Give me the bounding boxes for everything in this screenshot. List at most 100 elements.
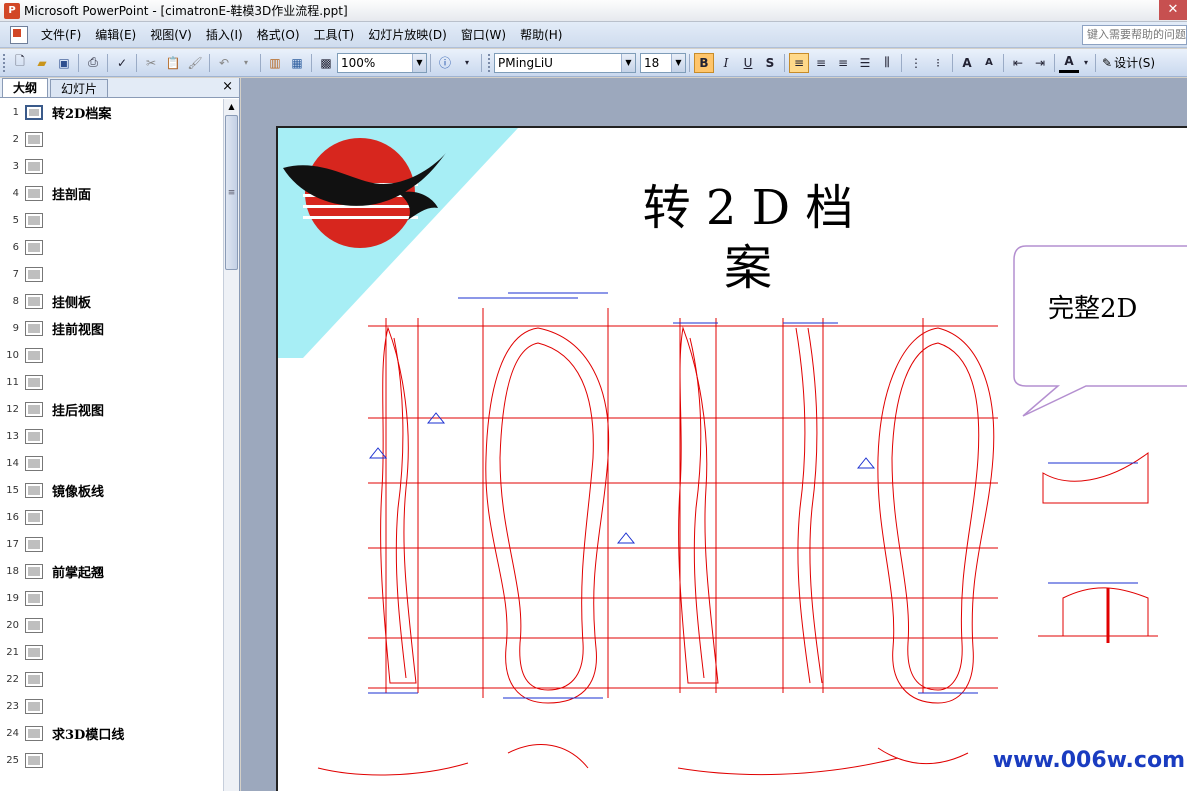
outline-slide-title[interactable]: 挂剖面 [52, 184, 91, 203]
outline-row[interactable]: 4 挂剖面 [0, 180, 223, 207]
scroll-thumb[interactable]: ≡ [225, 115, 238, 270]
increase-indent-icon[interactable]: ⇥ [1030, 53, 1050, 73]
design-button[interactable]: ✎ 设计(S) [1099, 53, 1158, 73]
slide-thumbnail-icon[interactable] [25, 483, 43, 498]
close-icon[interactable]: × [222, 79, 233, 94]
slide-thumbnail-icon[interactable] [25, 294, 43, 309]
chevron-down-icon[interactable]: ▼ [412, 53, 426, 72]
format-painter-icon[interactable]: 🖌 [185, 53, 205, 73]
align-left-icon[interactable]: ≡ [789, 52, 809, 73]
menu-file[interactable]: 文件(F) [34, 22, 88, 48]
outline-row[interactable]: 6 [0, 234, 223, 261]
toolbar-grip[interactable] [488, 53, 491, 72]
slide-thumbnail-icon[interactable] [25, 564, 43, 579]
outline-row[interactable]: 16 [0, 504, 223, 531]
underline-button[interactable]: U [738, 53, 758, 73]
save-icon[interactable]: ▣ [54, 53, 74, 73]
slide-thumbnail-icon[interactable] [25, 213, 43, 228]
undo-dropdown-icon[interactable]: ▾ [236, 53, 256, 73]
zoom-select[interactable]: 100% ▼ [337, 52, 427, 73]
chevron-down-icon[interactable]: ▼ [671, 53, 685, 72]
outline-slide-title[interactable]: 挂侧板 [52, 292, 91, 311]
scroll-up-icon[interactable]: ▲ [224, 99, 239, 115]
slide-thumbnail-icon[interactable] [25, 537, 43, 552]
outline-row[interactable]: 25 [0, 747, 223, 774]
slide-thumbnail-icon[interactable] [25, 591, 43, 606]
print-icon[interactable]: ⎙ [83, 53, 103, 73]
increase-font-icon[interactable]: A [957, 53, 977, 73]
document-icon[interactable] [10, 25, 28, 44]
menu-view[interactable]: 视图(V) [143, 22, 199, 48]
slide-title[interactable]: 转 2 D 档案 [638, 178, 858, 298]
decrease-indent-icon[interactable]: ⇤ [1008, 53, 1028, 73]
outline-row[interactable]: 23 [0, 693, 223, 720]
help-search-input[interactable]: 键入需要帮助的问题 [1082, 25, 1187, 45]
align-right-icon[interactable]: ≡ [833, 53, 853, 73]
bold-button[interactable]: B [694, 52, 714, 73]
window-close-button[interactable]: ✕ [1159, 0, 1187, 20]
menu-edit[interactable]: 编辑(E) [88, 22, 143, 48]
slide-thumbnail-icon[interactable] [25, 132, 43, 147]
outline-row[interactable]: 12 挂后视图 [0, 396, 223, 423]
paste-icon[interactable]: 📋 [163, 53, 183, 73]
slide-thumbnail-icon[interactable] [25, 402, 43, 417]
outline-row[interactable]: 10 [0, 342, 223, 369]
menu-slideshow[interactable]: 幻灯片放映(D) [361, 22, 454, 48]
tab-outline[interactable]: 大纲 [2, 78, 49, 97]
spelling-icon[interactable]: ✓ [112, 53, 132, 73]
insert-chart-icon[interactable]: ▥ [265, 53, 285, 73]
insert-table-icon[interactable]: ▦ [287, 53, 307, 73]
slide-canvas[interactable]: 转 2 D 档案 完整2D www.006w.com [276, 126, 1187, 791]
slide-thumbnail-icon[interactable] [25, 456, 43, 471]
outline-slide-title[interactable]: 前掌起翘 [52, 562, 104, 581]
outline-row[interactable]: 22 [0, 666, 223, 693]
menu-window[interactable]: 窗口(W) [454, 22, 513, 48]
outline-row[interactable]: 21 [0, 639, 223, 666]
toolbar-grip[interactable] [3, 53, 6, 72]
outline-row[interactable]: 15 镜像板线 [0, 477, 223, 504]
slide-thumbnail-icon[interactable] [25, 753, 43, 768]
slide-thumbnail-icon[interactable] [25, 186, 43, 201]
outline-scrollbar[interactable]: ▲ ≡ [223, 99, 239, 791]
outline-row[interactable]: 14 [0, 450, 223, 477]
font-color-icon[interactable]: A [1059, 53, 1079, 73]
powerpoint-app-icon[interactable]: P [4, 2, 20, 19]
outline-row[interactable]: 5 [0, 207, 223, 234]
slide-thumbnail-icon[interactable] [25, 699, 43, 714]
outline-row[interactable]: 2 [0, 126, 223, 153]
grid-icon[interactable]: ▩ [316, 53, 336, 73]
callout-text[interactable]: 完整2D [1048, 288, 1137, 325]
outline-slide-title[interactable]: 挂后视图 [52, 400, 104, 419]
font-color-dropdown-icon[interactable]: ▾ [1081, 53, 1091, 73]
outline-slide-title[interactable]: 求3D模口线 [52, 724, 124, 743]
tab-slides[interactable]: 幻灯片 [50, 79, 109, 97]
outline-row[interactable]: 20 [0, 612, 223, 639]
slide-thumbnail-icon[interactable] [25, 240, 43, 255]
slide-thumbnail-icon[interactable] [25, 429, 43, 444]
text-direction-icon[interactable]: ⫼ [877, 53, 897, 73]
numbering-icon[interactable]: ⋮ [906, 53, 926, 73]
cut-icon[interactable]: ✂ [141, 53, 161, 73]
outline-row[interactable]: 19 [0, 585, 223, 612]
outline-row[interactable]: 8 挂侧板 [0, 288, 223, 315]
slide-thumbnail-icon[interactable] [25, 348, 43, 363]
outline-row[interactable]: 3 [0, 153, 223, 180]
italic-button[interactable]: I [716, 53, 736, 73]
outline-row[interactable]: 9 挂前视图 [0, 315, 223, 342]
align-center-icon[interactable]: ≡ [811, 53, 831, 73]
slide-thumbnail-icon[interactable] [25, 618, 43, 633]
outline-row[interactable]: 24 求3D模口线 [0, 720, 223, 747]
outline-slide-title[interactable]: 转2D档案 [52, 103, 111, 122]
menu-tools[interactable]: 工具(T) [307, 22, 362, 48]
menu-format[interactable]: 格式(O) [250, 22, 307, 48]
menu-help[interactable]: 帮助(H) [513, 22, 569, 48]
chevron-down-icon[interactable]: ▼ [621, 53, 635, 72]
slide-thumbnail-icon[interactable] [25, 645, 43, 660]
outline-row[interactable]: 11 [0, 369, 223, 396]
decrease-font-icon[interactable]: A [979, 53, 999, 73]
slide-thumbnail-icon[interactable] [25, 672, 43, 687]
slide-thumbnail-icon[interactable] [25, 375, 43, 390]
slide-thumbnail-icon[interactable] [25, 321, 43, 336]
slide-thumbnail-icon[interactable] [25, 105, 43, 120]
slide-thumbnail-icon[interactable] [25, 267, 43, 282]
